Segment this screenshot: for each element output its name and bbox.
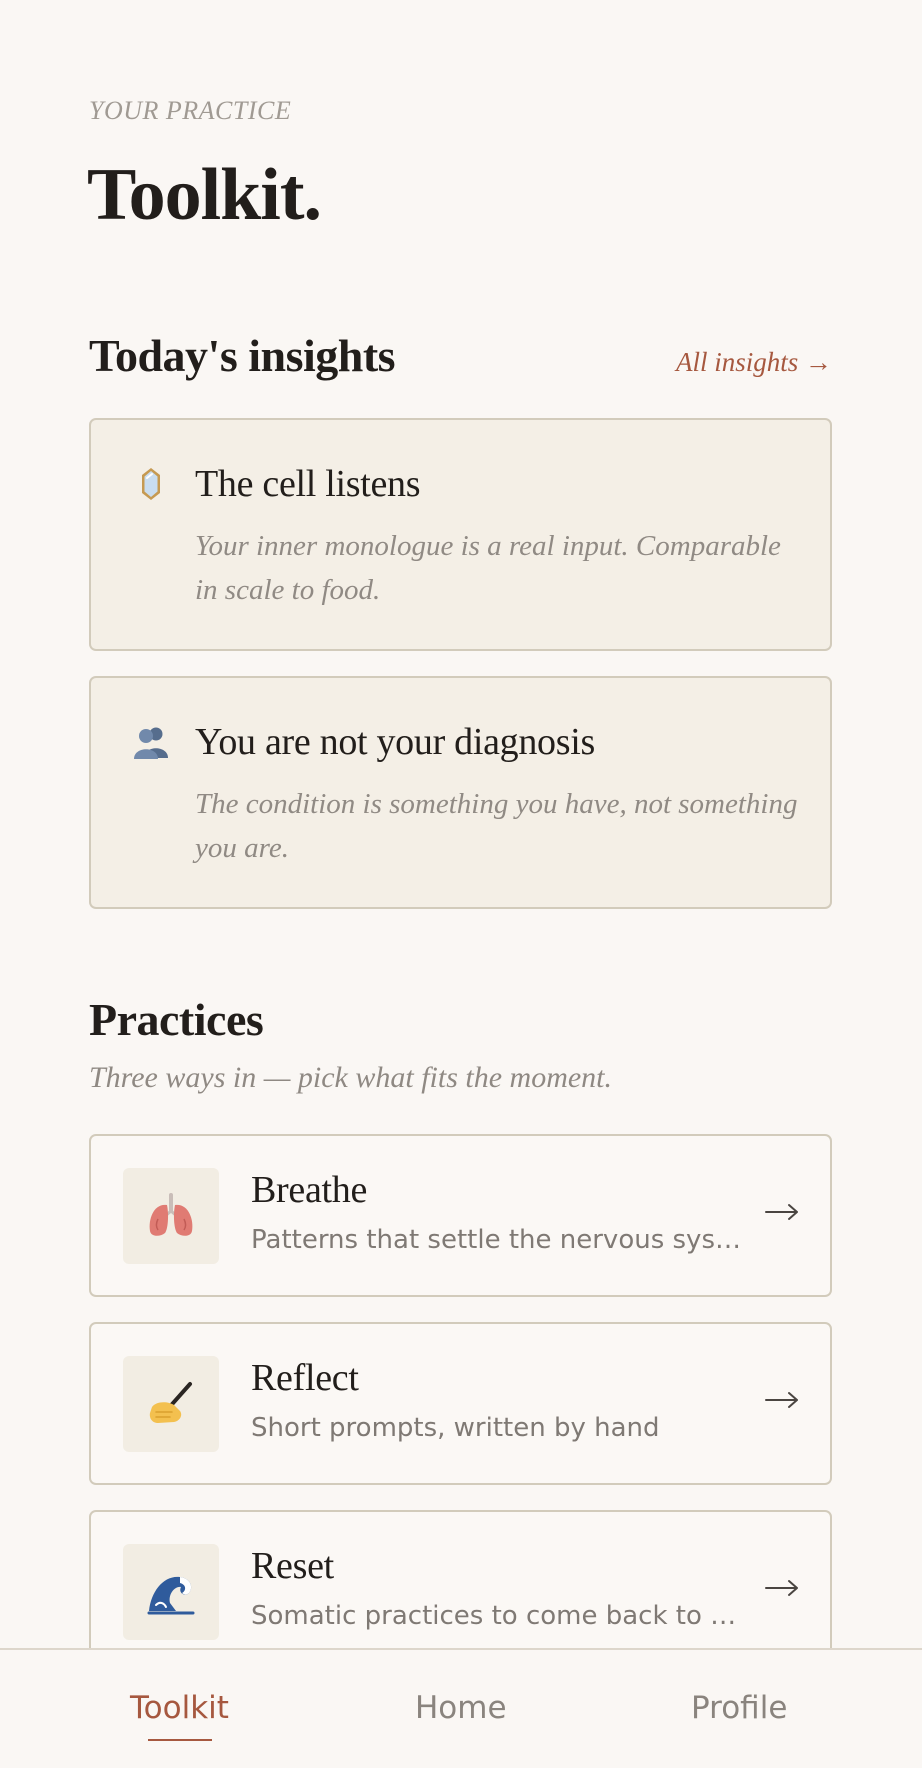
active-tab-indicator — [148, 1739, 212, 1741]
page-title: Toolkit. — [87, 154, 322, 236]
arrow-right-icon — [765, 1580, 798, 1596]
practice-description: Short prompts, written by hand — [251, 1413, 660, 1443]
arrow-right-icon — [765, 1392, 798, 1408]
insight-body: Your inner monologue is a real input. Co… — [195, 530, 781, 606]
writing-hand-icon — [149, 1382, 192, 1423]
practice-title: Reset — [251, 1545, 334, 1587]
practice-thumbnail — [123, 1168, 219, 1264]
tab-home[interactable]: Home — [415, 1690, 507, 1726]
all-insights-link[interactable]: All insights → — [676, 347, 832, 378]
insight-title: You are not your diagnosis — [195, 721, 595, 763]
insights-heading: Today's insights — [89, 330, 396, 381]
practice-card-breathe[interactable]: Breathe Patterns that settle the nervous… — [89, 1134, 832, 1297]
lungs-icon — [149, 1193, 193, 1236]
people-icon — [134, 727, 168, 759]
practice-thumbnail — [123, 1356, 219, 1452]
wave-icon — [147, 1576, 195, 1615]
practice-title: Reflect — [251, 1357, 359, 1399]
practice-title: Breathe — [251, 1169, 368, 1211]
practice-description: Somatic practices to come back to the bo… — [251, 1601, 741, 1631]
insight-card[interactable]: You are not your diagnosis The condition… — [89, 676, 832, 909]
insight-card[interactable]: The cell listens Your inner monologue is… — [89, 418, 832, 651]
tab-toolkit[interactable]: Toolkit — [130, 1690, 229, 1726]
insight-title: The cell listens — [195, 463, 421, 505]
practices-heading: Practices — [89, 994, 264, 1045]
page-eyebrow: YOUR PRACTICE — [89, 96, 292, 125]
practices-subtitle: Three ways in — pick what fits the momen… — [89, 1061, 613, 1094]
practice-card-reflect[interactable]: Reflect Short prompts, written by hand — [89, 1322, 832, 1485]
bottom-tab-bar: Toolkit Home Profile — [0, 1648, 922, 1768]
mirror-icon — [142, 468, 160, 500]
practice-description: Patterns that settle the nervous system — [251, 1225, 741, 1255]
practice-thumbnail — [123, 1544, 219, 1640]
tab-profile[interactable]: Profile — [691, 1690, 787, 1726]
arrow-right-icon — [765, 1204, 798, 1220]
insight-body: The condition is something you have, not… — [195, 788, 798, 864]
toolkit-screen: YOUR PRACTICE Toolkit. Today's insights … — [0, 0, 922, 1768]
